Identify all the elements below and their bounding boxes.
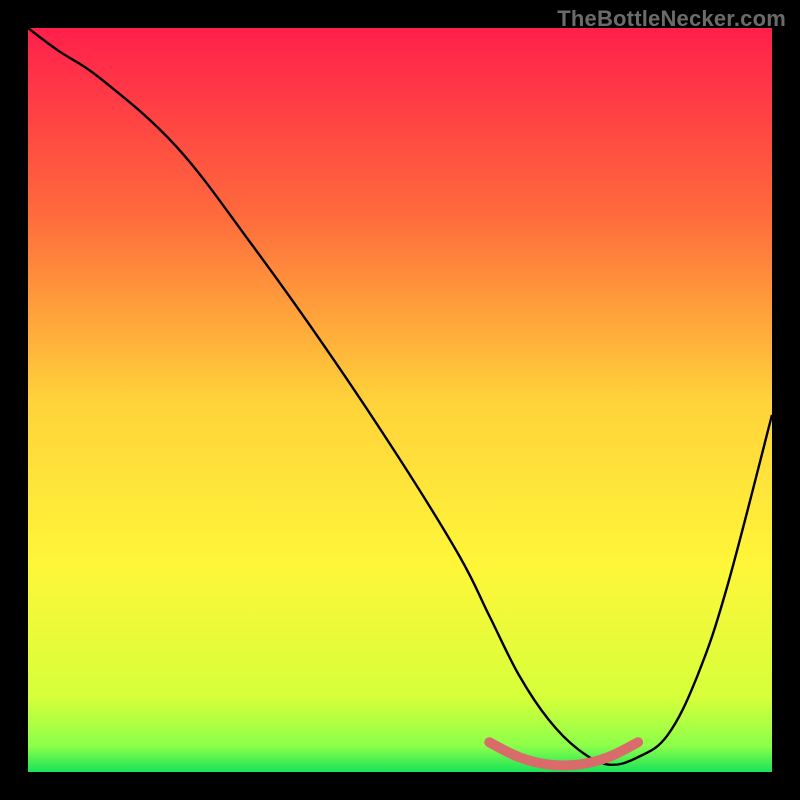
watermark-text: TheBottleNecker.com [557, 6, 786, 32]
chart-frame [28, 28, 772, 772]
chart-svg [28, 28, 772, 772]
gradient-background [28, 28, 772, 772]
